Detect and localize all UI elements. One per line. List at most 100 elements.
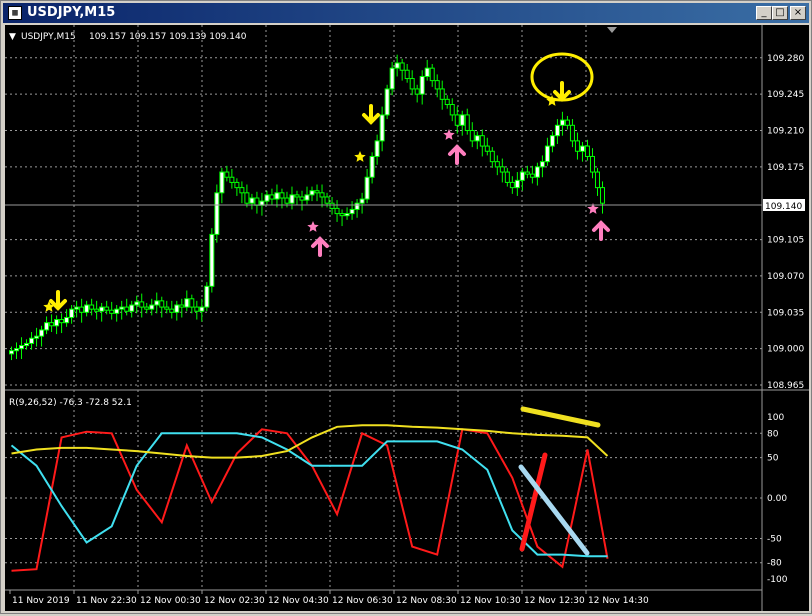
indicator-tick-label: 80 — [767, 429, 779, 439]
candle-body — [9, 350, 15, 355]
title-bar[interactable]: ▦ USDJPY,M15 _ □ × — [3, 3, 809, 23]
candle-body — [119, 306, 125, 310]
candle-body — [134, 301, 140, 306]
candle-body — [324, 196, 330, 204]
indicator-tick-label: 100 — [767, 413, 784, 423]
indicator-line-r9 — [11, 428, 609, 572]
star-icon — [354, 151, 366, 162]
indicator-line-r52 — [11, 424, 609, 459]
indicator-tick-label: -80 — [767, 559, 782, 569]
candle-body — [514, 179, 520, 189]
candle-body — [34, 335, 40, 339]
chart-window: ▦ USDJPY,M15 _ □ × ▼ USDJPY,M15 109.157 … — [0, 0, 812, 614]
candle-body — [339, 213, 345, 217]
candle-body — [509, 181, 515, 189]
candle-body — [19, 345, 25, 350]
candle-body — [334, 207, 340, 215]
star-icon — [307, 221, 319, 232]
candle-body — [104, 306, 110, 311]
price-tick-label: 109.035 — [767, 308, 804, 318]
candle-body — [214, 192, 220, 235]
candle-body — [204, 285, 210, 308]
candle-body — [124, 306, 130, 312]
price-tick-label: 108.965 — [767, 381, 804, 391]
chart-area[interactable]: ▼ USDJPY,M15 109.157 109.157 109.139 109… — [5, 25, 809, 611]
candle-body — [379, 114, 385, 142]
candle-body — [329, 202, 335, 209]
candle-body — [299, 196, 305, 201]
candle-body — [24, 342, 30, 347]
time-tick-label: 12 Nov 14:30 — [588, 596, 649, 606]
time-tick-label: 12 Nov 08:30 — [396, 596, 457, 606]
maximize-button[interactable]: □ — [772, 6, 788, 20]
candle-body — [479, 135, 485, 147]
candle-body — [559, 119, 565, 126]
time-tick-label: 12 Nov 04:30 — [268, 596, 329, 606]
indicator-tick-label: 0.00 — [767, 494, 787, 504]
candle-body — [139, 301, 145, 308]
candle-body — [459, 114, 465, 126]
candle-body — [309, 190, 315, 196]
candle-body — [579, 145, 585, 152]
candle-body — [464, 114, 470, 131]
candle-body — [74, 306, 80, 310]
candle-body — [524, 171, 530, 175]
candle-body — [439, 88, 445, 100]
candle-body — [199, 306, 205, 312]
candle-body — [544, 145, 550, 163]
candle-body — [364, 176, 370, 200]
candle-body — [49, 322, 55, 327]
candle-body — [289, 194, 295, 204]
price-tick-label: 109.000 — [767, 345, 804, 355]
price-tick-label: 109.280 — [767, 54, 804, 64]
close-button[interactable]: × — [790, 6, 806, 20]
time-tick-label: 11 Nov 22:30 — [76, 596, 137, 606]
candle-body — [229, 176, 235, 183]
candle-body — [14, 348, 20, 352]
symbol-dropdown-icon[interactable]: ▼ — [9, 32, 16, 42]
candle-body — [274, 192, 280, 200]
chart-window-icon[interactable]: ▦ — [8, 6, 22, 20]
candle-body — [79, 306, 85, 313]
candle-body — [234, 181, 240, 189]
candle-body — [449, 104, 455, 116]
candle-body — [54, 319, 60, 327]
candle-body — [314, 190, 320, 194]
up-arrow-icon — [311, 236, 329, 257]
candle-body — [189, 298, 195, 308]
price-tick-label: 109.175 — [767, 163, 804, 173]
price-chart-svg[interactable]: ▼ USDJPY,M15 109.157 109.157 109.139 109… — [5, 25, 809, 611]
candle-body — [244, 192, 250, 204]
candle-body — [424, 67, 430, 77]
candle-body — [109, 309, 115, 314]
candle-body — [564, 119, 570, 126]
minimize-button[interactable]: _ — [756, 6, 772, 20]
candle-body — [224, 171, 230, 178]
candle-body — [594, 171, 600, 189]
candle-body — [529, 173, 535, 178]
candle-body — [174, 304, 180, 313]
candle-body — [304, 194, 310, 201]
candle-body — [319, 192, 325, 198]
candle-body — [504, 171, 510, 183]
current-price-label: 109.140 — [765, 202, 802, 212]
candle-body — [29, 337, 35, 344]
price-tick-label: 109.105 — [767, 236, 804, 246]
candle-body — [159, 300, 165, 308]
candle-body — [519, 171, 525, 181]
chart-shift-marker-icon[interactable] — [607, 27, 617, 33]
candle-body — [89, 304, 95, 310]
candle-body — [499, 166, 505, 173]
candle-body — [419, 75, 425, 95]
candle-body — [589, 155, 595, 173]
candle-body — [239, 187, 245, 194]
candle-body — [264, 194, 270, 202]
candle-body — [444, 98, 450, 106]
candle-body — [69, 308, 75, 318]
candle-body — [284, 197, 290, 204]
candle-body — [429, 67, 435, 82]
candle-body — [64, 316, 70, 324]
candle-body — [94, 308, 100, 312]
time-tick-label: 12 Nov 02:30 — [204, 596, 265, 606]
candle-body — [359, 198, 365, 204]
